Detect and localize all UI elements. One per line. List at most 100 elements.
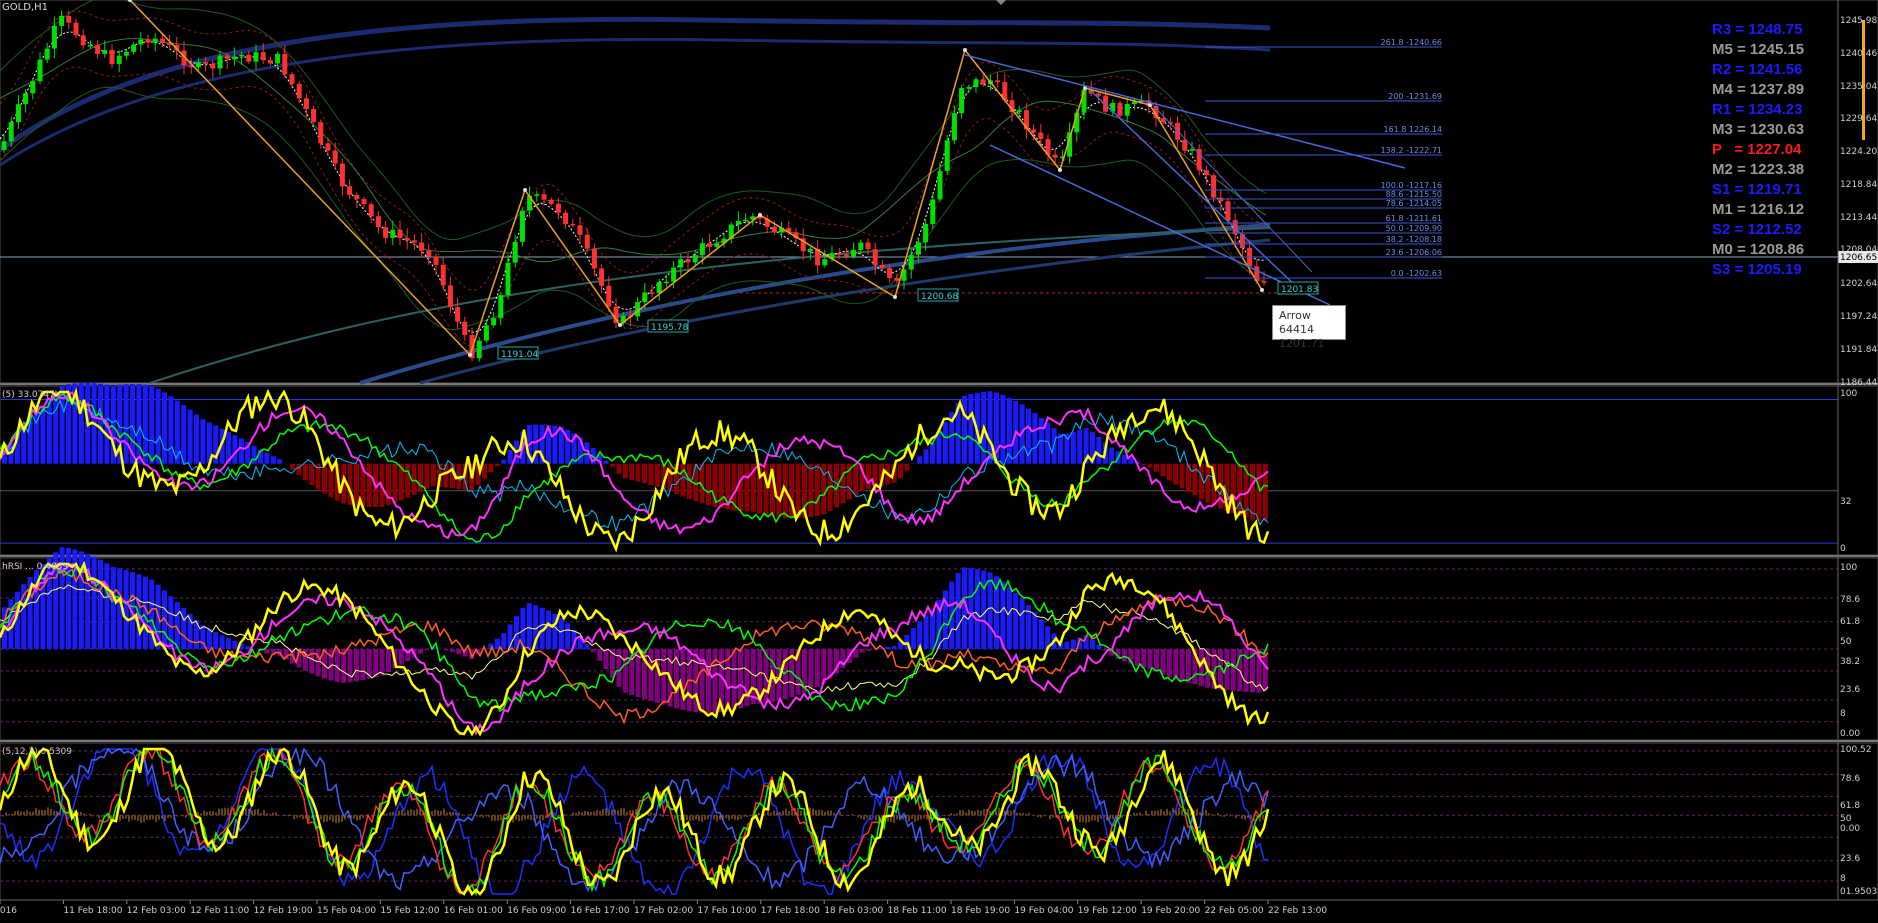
bear-candle (592, 249, 597, 269)
stoch-histogram-bar-up (98, 384, 103, 464)
bear-candle (556, 204, 561, 213)
stoch-histogram-bar-down (1167, 464, 1172, 481)
stoch-histogram-bar-down (1186, 464, 1191, 492)
stoch-histogram-bar-down (815, 464, 820, 516)
stoch-histogram-bar-down (1148, 464, 1153, 468)
stoch-histogram-bar-down (322, 464, 327, 494)
stoch-histogram-bar-up (604, 460, 609, 463)
bull-candle (59, 16, 64, 26)
stoch-histogram-bar-down (680, 464, 685, 497)
bull-candle (534, 194, 539, 196)
rsi-histogram-bar-up (92, 557, 97, 649)
symbol-label: GOLD,H1 (2, 2, 48, 13)
stoch-histogram-bar-down (444, 464, 449, 488)
time-axis-label: 12 Feb 19:00 (254, 906, 313, 916)
bear-candle (1226, 201, 1231, 220)
time-axis-label: 16 Feb 09:00 (507, 906, 566, 916)
bull-candle (153, 39, 158, 43)
rsi-histogram-bar-down (591, 649, 596, 652)
time-axis-label: 16 Feb 17:00 (571, 906, 630, 916)
bull-candle (678, 259, 683, 267)
time-axis-label: 11 Feb 18:00 (63, 906, 122, 916)
pivot-levels-panel: R3 = 1248.75M5 = 1245.15R2 = 1241.56M4 =… (1712, 20, 1842, 280)
rsi-histogram-bar-down (680, 649, 685, 710)
rsi-histogram-bar-up (501, 633, 506, 649)
price-tick-label: 1191.84 (1840, 345, 1877, 355)
bear-candle (578, 225, 583, 234)
bull-candle (693, 255, 698, 262)
stoch-histogram-bar-down (1205, 464, 1210, 503)
bear-candle (405, 238, 410, 240)
rsi-histogram-bar-down (661, 649, 666, 705)
stoch-histogram-bar-down (719, 464, 724, 509)
rsi-histogram-bar-up (213, 632, 218, 649)
stoch-histogram-bar-down (488, 464, 493, 473)
rsi-histogram-bar-up (194, 620, 199, 649)
chart-canvas[interactable]: 1245.981240.461235.041229.641224.201218.… (0, 0, 1878, 919)
rsi-histogram-bar-up (1096, 645, 1101, 649)
rsi-histogram-bar-up (98, 560, 103, 649)
stoch-histogram-bar-down (744, 464, 749, 512)
bull-candle (1190, 149, 1195, 151)
panel-axis-label: 23.6 (1840, 854, 1860, 864)
bull-candle (657, 282, 662, 293)
stoch-histogram-bar-down (354, 464, 359, 506)
bull-candle (520, 211, 525, 242)
rsi-histogram-bar-down (386, 649, 391, 672)
bull-candle (952, 113, 957, 140)
bear-candle (95, 45, 100, 54)
rsi-histogram-bar-down (360, 649, 365, 680)
pivot-level-row: M2 = 1223.38 (1712, 160, 1842, 180)
rsi-histogram-bar-up (911, 628, 916, 649)
rsi-histogram-bar-down (1167, 649, 1172, 677)
bear-candle (1053, 155, 1058, 158)
panel-axis-label: 23.6 (1840, 685, 1860, 695)
rsi-histogram-bar-up (207, 629, 212, 649)
stoch-histogram-bar-up (53, 392, 58, 464)
bull-candle (232, 56, 237, 58)
rsi-histogram-bar-down (309, 649, 314, 674)
bear-candle (455, 307, 460, 322)
stoch-histogram-bar-up (1122, 455, 1127, 464)
bull-candle (117, 56, 122, 64)
stoch-histogram-bar-up (1096, 437, 1101, 464)
bull-candle (131, 45, 136, 52)
rsi-histogram-bar-up (981, 571, 986, 649)
chart-window[interactable]: 1245.981240.461235.041229.641224.201218.… (0, 0, 1878, 919)
bear-candle (268, 60, 273, 63)
scroll-marker-icon[interactable] (996, 0, 1006, 5)
rsi-histogram-bar-up (111, 567, 116, 649)
bear-candle (866, 242, 871, 249)
bull-candle (642, 292, 647, 302)
stoch-histogram-bar-down (392, 464, 397, 503)
tooltip-line1: Arrow 64414 (1279, 309, 1339, 337)
rsi-histogram-bar-up (1032, 612, 1037, 649)
bear-candle (383, 227, 388, 238)
rsi-histogram-bar-up (1071, 640, 1076, 649)
bear-candle (1262, 281, 1267, 283)
bull-candle (743, 220, 748, 222)
current-price-label: 1206.65 (1840, 253, 1877, 263)
bull-candle (491, 318, 496, 325)
swing-point-marker (758, 213, 762, 217)
rsi-histogram-bar-down (860, 649, 865, 653)
bull-candle (218, 56, 223, 69)
stoch-histogram-bar-up (962, 396, 967, 464)
bear-candle (1118, 103, 1123, 116)
price-tick-label: 1218.84 (1840, 180, 1877, 190)
stoch-histogram-bar-down (840, 464, 845, 504)
panel-axis-label: 32 (1840, 497, 1851, 507)
rsi-histogram-bar-up (1007, 587, 1012, 649)
bear-candle (369, 204, 374, 216)
stoch-histogram-bar-up (40, 406, 45, 464)
time-axis-label: eb 2016 (0, 906, 17, 916)
pivot-level-row: S2 = 1212.52 (1712, 220, 1842, 240)
stoch-histogram-bar-down (642, 464, 647, 483)
stoch-histogram-bar-down (1160, 464, 1165, 477)
pivot-level-row: M5 = 1245.15 (1712, 40, 1842, 60)
stoch-histogram-bar-up (1109, 448, 1114, 464)
stoch-histogram-bar-up (943, 422, 948, 464)
time-axis-label: 16 Feb 01:00 (444, 906, 503, 916)
stoch-histogram-bar-up (1071, 432, 1076, 464)
bear-candle (318, 122, 323, 143)
